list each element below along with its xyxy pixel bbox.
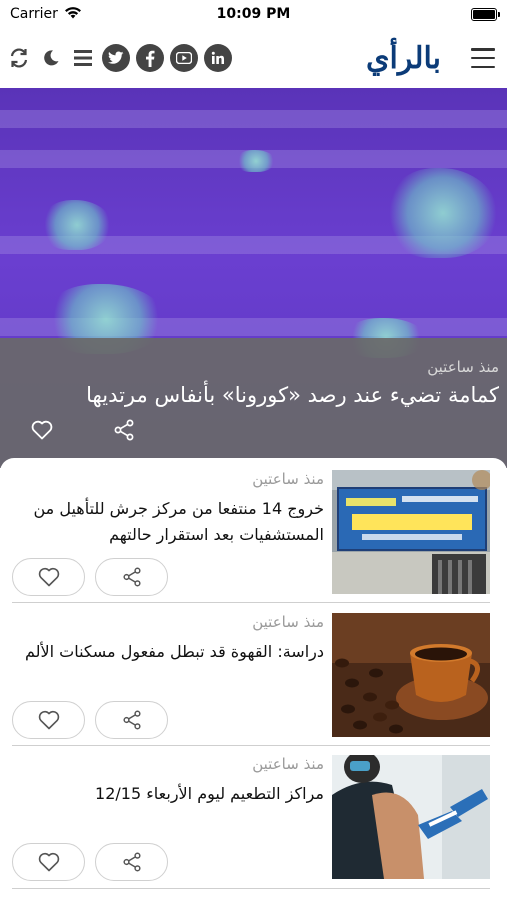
wifi-icon [64,6,82,23]
article-card[interactable]: منذ ساعتين دراسة: القهوة قد تبطل مفعول م… [12,613,490,743]
article-text: منذ ساعتين دراسة: القهوة قد تبطل مفعول م… [14,613,324,665]
facebook-icon[interactable] [136,44,164,72]
menu-bar [471,65,495,68]
article-thumbnail[interactable] [332,470,490,594]
hero-title[interactable]: كمامة تضيء عند رصد «كورونا» بأنفاس مرتدي… [86,383,499,407]
hero-image-streak [0,110,507,128]
article-card[interactable]: منذ ساعتين خروج 14 منتفعا من مركز جرش لل… [12,470,490,600]
logo-text: بالرأي [366,40,442,76]
logo-label: بالرأي [366,40,442,76]
news-feed: منذ ساعتين خروج 14 منتفعا من مركز جرش لل… [0,458,507,900]
article-time: منذ ساعتين [252,755,324,773]
like-button[interactable] [12,558,85,596]
linkedin-icon[interactable] [204,44,232,72]
heart-icon [38,710,59,730]
top-nav: بالرأي [0,28,507,88]
carrier-label: Carrier [10,6,58,22]
hero-article[interactable]: منذ ساعتين كمامة تضيء عند رصد «كورونا» ب… [0,88,507,468]
divider [12,745,490,746]
menu-icon[interactable] [471,48,495,68]
hero-image-glow [388,168,498,258]
battery-icon [471,7,500,21]
divider [12,888,490,889]
article-text: منذ ساعتين مراكز التطعيم ليوم الأربعاء 1… [14,755,324,807]
article-card[interactable]: منذ ساعتين مراكز التطعيم ليوم الأربعاء 1… [12,755,490,885]
share-button[interactable] [95,701,168,739]
share-icon[interactable] [112,418,136,442]
heart-icon [38,852,59,872]
article-actions [12,701,168,739]
list-icon[interactable] [70,43,96,73]
share-icon [122,852,141,872]
hero-time: منذ ساعتين [427,358,499,376]
like-button[interactable] [12,701,85,739]
refresh-icon[interactable] [6,43,32,73]
share-icon [122,710,141,730]
menu-bar [471,48,495,51]
logo[interactable]: بالرأي [366,40,442,76]
hero-actions [30,418,136,442]
article-thumbnail[interactable] [332,613,490,737]
youtube-icon[interactable] [170,44,198,72]
hero-image-glow [236,150,276,172]
battery-fill [473,9,495,19]
menu-bar [471,56,495,60]
divider [12,602,490,603]
hero-image-glow [42,200,112,250]
status-bar: Carrier 10:09 PM [0,0,507,28]
heart-icon [38,567,59,587]
status-left: Carrier [10,6,82,23]
heart-icon[interactable] [30,418,54,442]
article-thumbnail[interactable] [332,755,490,879]
article-actions [12,558,168,596]
article-actions [12,843,168,881]
moon-icon[interactable] [38,43,64,73]
article-time: منذ ساعتين [252,470,324,488]
share-button[interactable] [95,843,168,881]
share-icon [122,567,141,587]
article-title[interactable]: خروج 14 منتفعا من مركز جرش للتأهيل من ال… [14,496,325,548]
share-button[interactable] [95,558,168,596]
article-text: منذ ساعتين خروج 14 منتفعا من مركز جرش لل… [14,470,325,548]
article-title[interactable]: دراسة: القهوة قد تبطل مفعول مسكنات الألم [14,639,324,665]
article-time: منذ ساعتين [252,613,324,631]
like-button[interactable] [12,843,85,881]
nav-icons [6,43,232,73]
twitter-icon[interactable] [102,44,130,72]
article-title[interactable]: مراكز التطعيم ليوم الأربعاء 12/15 [14,781,324,807]
